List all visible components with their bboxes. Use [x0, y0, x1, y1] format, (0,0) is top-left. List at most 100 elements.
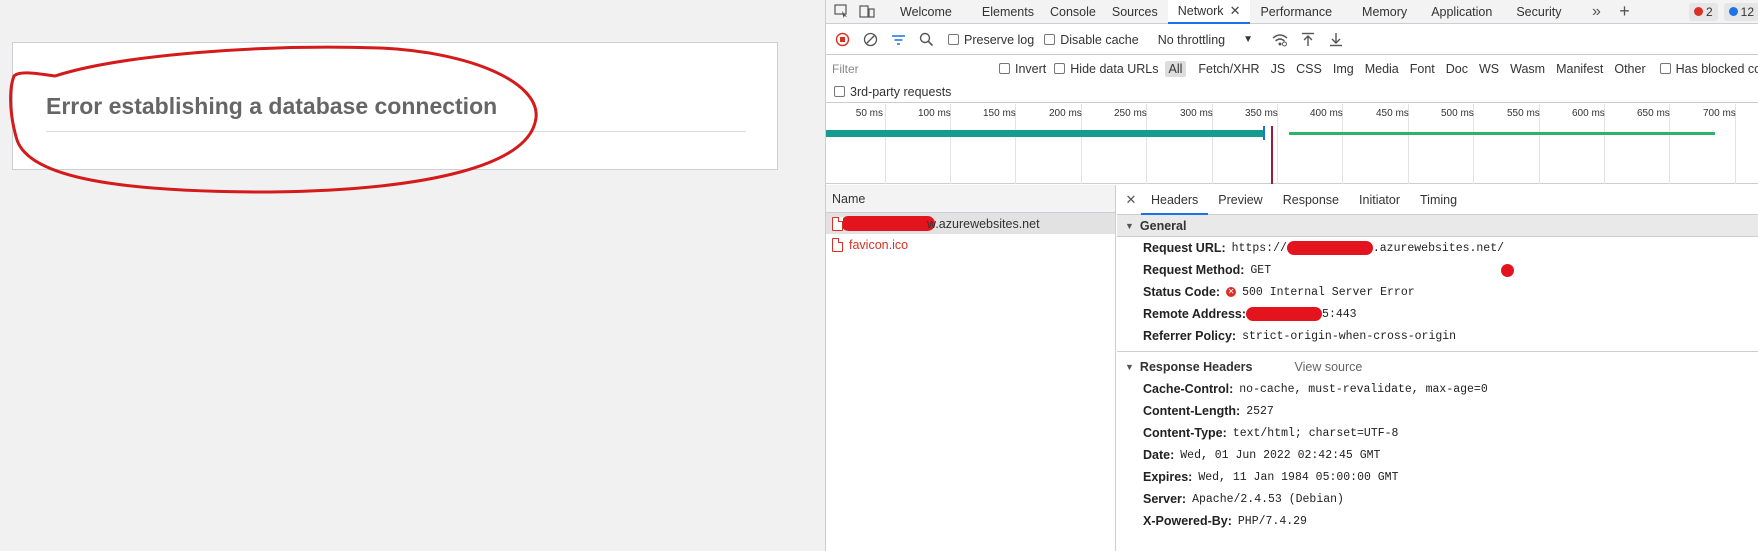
filter-type-font[interactable]: Font — [1406, 61, 1439, 77]
header-key: Content-Type: — [1143, 426, 1227, 440]
timeline-domcontentloaded-marker — [1263, 126, 1265, 140]
tab-response[interactable]: Response — [1273, 185, 1349, 215]
export-har-icon[interactable] — [1324, 28, 1348, 52]
filter-type-js[interactable]: JS — [1267, 61, 1290, 77]
filter-input[interactable] — [832, 59, 987, 78]
errors-badge[interactable]: 2 — [1688, 2, 1718, 21]
timeline-bar-document — [826, 130, 1263, 137]
detail-tab-bar: ✕ Headers Preview Response Initiator Tim… — [1117, 185, 1758, 215]
network-timeline-overview[interactable]: 50 ms 100 ms 150 ms 200 ms 250 ms 300 ms 350 m… — [826, 104, 1758, 184]
tab-console[interactable]: Console — [1044, 0, 1102, 24]
more-tabs-icon[interactable]: » — [1586, 1, 1608, 23]
filter-type-manifest[interactable]: Manifest — [1552, 61, 1607, 77]
tab-preview[interactable]: Preview — [1208, 185, 1272, 215]
view-source-link[interactable]: View source — [1294, 360, 1362, 374]
tab-application[interactable]: Application — [1421, 0, 1502, 24]
filter-icon[interactable] — [886, 28, 910, 52]
hide-data-urls-checkbox[interactable]: Hide data URLs — [1054, 62, 1159, 76]
timeline-label: 100 ms — [918, 108, 951, 119]
record-icon[interactable] — [830, 28, 854, 52]
request-row[interactable]: w.azurewebsites.net — [826, 213, 1115, 234]
timeline-label: 50 ms — [855, 108, 883, 119]
header-key: Content-Length: — [1143, 404, 1241, 418]
tab-network[interactable]: Network ✕ — [1167, 0, 1251, 24]
tab-performance[interactable]: Performance — [1250, 0, 1342, 24]
timeline-label: 550 ms — [1507, 108, 1540, 119]
header-key: X-Powered-By: — [1143, 514, 1232, 528]
device-emulation-icon[interactable] — [856, 1, 878, 23]
filter-type-all[interactable]: All — [1164, 60, 1187, 77]
inspect-element-icon[interactable] — [830, 1, 852, 23]
tab-initiator[interactable]: Initiator — [1349, 185, 1410, 215]
header-row: Remote Address: 5:443 — [1143, 307, 1357, 321]
header-row: Expires: Wed, 11 Jan 1984 05:00:00 GMT — [1117, 466, 1758, 488]
tab-elements[interactable]: Elements — [972, 0, 1044, 24]
third-party-checkbox[interactable]: 3rd-party requests — [834, 85, 951, 99]
tab-memory[interactable]: Memory — [1352, 0, 1417, 24]
name-column-header[interactable]: Name — [826, 185, 1115, 213]
tab-timing[interactable]: Timing — [1410, 185, 1467, 215]
filter-type-fetch-xhr[interactable]: Fetch/XHR — [1194, 61, 1263, 77]
close-tab-icon[interactable]: ✕ — [1230, 2, 1241, 20]
response-headers-section-header[interactable]: ▼ Response Headers View source — [1117, 356, 1758, 378]
network-conditions-icon[interactable] — [1268, 28, 1292, 52]
error-title: Error establishing a database connection — [46, 93, 498, 119]
filter-type-ws[interactable]: WS — [1475, 61, 1503, 77]
filter-type-css[interactable]: CSS — [1292, 61, 1326, 77]
checkbox-box[interactable] — [948, 34, 959, 45]
checkbox-box[interactable] — [1054, 63, 1066, 74]
devtools-tab-bar: Welcome Elements Console Sources Network… — [826, 0, 1758, 24]
timeline-label: 250 ms — [1114, 108, 1147, 119]
checkbox-box[interactable] — [1044, 34, 1056, 45]
tab-headers[interactable]: Headers — [1141, 185, 1209, 215]
redaction-mark — [1286, 241, 1373, 255]
error-message-box: Error establishing a database connection — [12, 42, 778, 170]
tab-welcome[interactable]: Welcome — [890, 0, 962, 24]
import-har-icon[interactable] — [1296, 28, 1320, 52]
document-icon — [832, 237, 843, 252]
invert-checkbox[interactable]: Invert — [999, 62, 1046, 76]
search-icon[interactable] — [914, 28, 938, 52]
header-row: Status Code: ✕ 500 Internal Server Error — [1143, 285, 1415, 299]
header-row: Referrer Policy: strict-origin-when-cros… — [1143, 329, 1457, 343]
timeline-bar-favicon — [1289, 132, 1715, 135]
filter-type-img[interactable]: Img — [1329, 61, 1358, 77]
timeline-load-marker — [1271, 126, 1273, 184]
checkbox-box[interactable] — [1659, 63, 1671, 74]
preserve-log-checkbox[interactable]: Preserve log — [948, 33, 1034, 47]
checkbox-box[interactable] — [999, 63, 1010, 74]
general-section-header[interactable]: ▼ General — [1117, 215, 1758, 237]
add-tab-icon[interactable]: + — [1614, 1, 1636, 23]
filter-type-media[interactable]: Media — [1361, 61, 1403, 77]
header-value: no-cache, must-revalidate, max-age=0 — [1239, 382, 1488, 396]
checkbox-box[interactable] — [834, 86, 845, 97]
timeline-label: 400 ms — [1310, 108, 1343, 119]
disable-cache-checkbox[interactable]: Disable cache — [1044, 33, 1139, 47]
timeline-label: 450 ms — [1376, 108, 1409, 119]
error-divider — [46, 131, 746, 132]
timeline-label: 700 ms — [1703, 108, 1736, 119]
filter-type-doc[interactable]: Doc — [1442, 61, 1472, 77]
clear-icon[interactable] — [858, 28, 882, 52]
request-name: favicon.ico — [849, 237, 909, 252]
header-value: Wed, 11 Jan 1984 05:00:00 GMT — [1198, 470, 1399, 484]
redaction-mark — [841, 216, 935, 231]
throttling-select[interactable]: No throttling ▼ — [1151, 29, 1260, 51]
filter-type-other[interactable]: Other — [1610, 61, 1649, 77]
red-dot-annotation — [1501, 263, 1515, 277]
triangle-down-icon: ▼ — [1125, 362, 1134, 372]
timeline-gridline — [885, 104, 886, 184]
messages-badge[interactable]: 12 — [1723, 2, 1758, 21]
header-key: Cache-Control: — [1143, 382, 1234, 396]
header-value: text/html; charset=UTF-8 — [1232, 426, 1399, 440]
request-row[interactable]: favicon.ico — [826, 234, 1115, 255]
close-details-icon[interactable]: ✕ — [1121, 192, 1141, 208]
message-icon — [1728, 7, 1738, 16]
timeline-label: 200 ms — [1049, 108, 1082, 119]
has-blocked-cookies-checkbox[interactable]: Has blocked cookies — [1659, 62, 1758, 76]
filter-type-wasm[interactable]: Wasm — [1506, 61, 1549, 77]
tab-security[interactable]: Security — [1506, 0, 1571, 24]
tab-sources[interactable]: Sources — [1102, 0, 1168, 24]
divider — [1117, 351, 1758, 352]
page-viewport: Error establishing a database connection — [0, 0, 825, 551]
